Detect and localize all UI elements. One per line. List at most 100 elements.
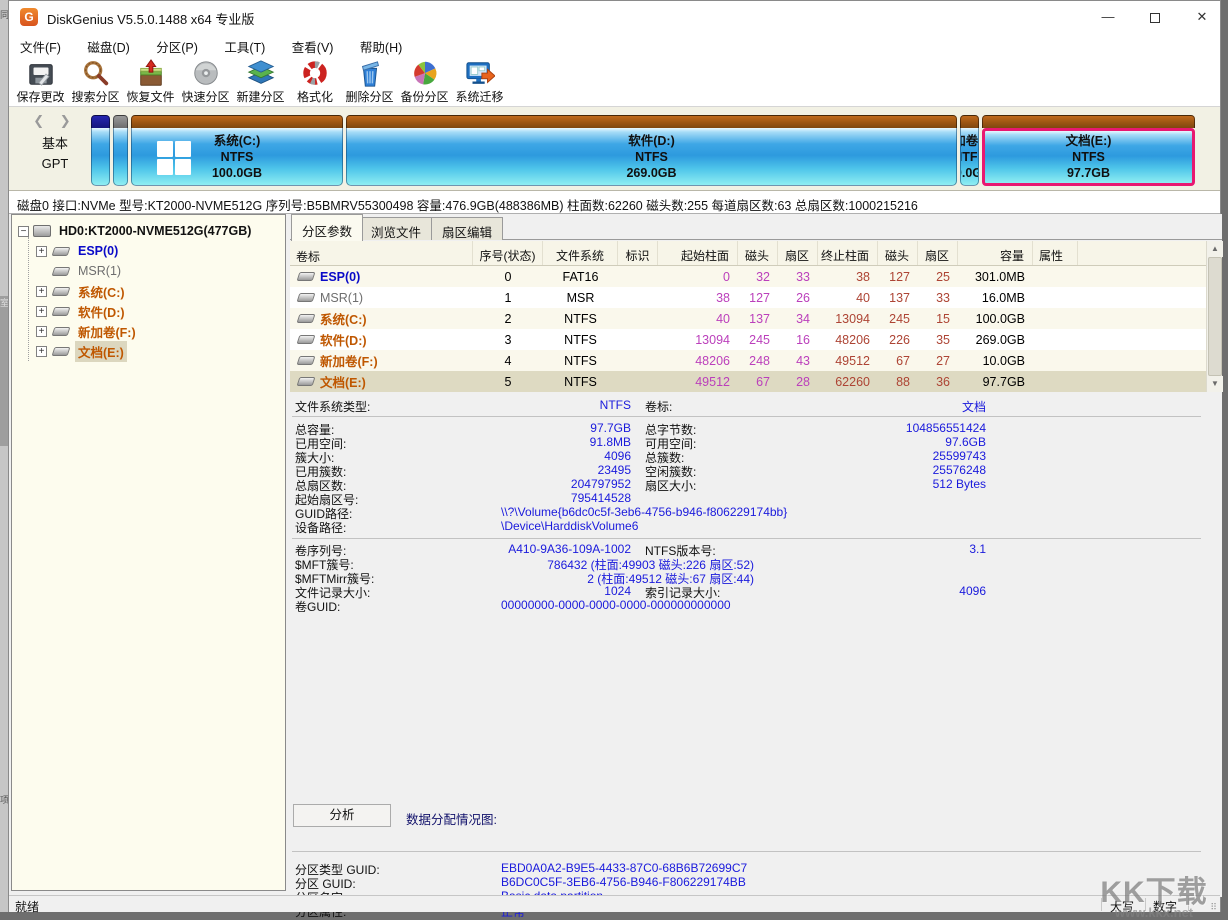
table-row-f[interactable]: 新加卷(F:) 4 NTFS 48206 248 43 49512 67 27 … [290,350,1206,371]
col-volume-label[interactable]: 卷标 [290,241,473,265]
system-migrate-button[interactable]: 系统迁移 [452,58,507,106]
partition-block-c[interactable]: 系统(C:) NTFS 100.0GB [131,115,343,186]
allocation-map-label: 数据分配情况图: [406,809,497,828]
partition-icon [297,314,316,323]
delete-partition-button[interactable]: 删除分区 [342,58,397,106]
search-partition-button[interactable]: 搜索分区 [68,58,123,106]
partition-block-esp[interactable] [91,115,110,186]
scrollbar-thumb[interactable] [1208,257,1222,376]
menu-file[interactable]: 文件(F) [9,33,72,57]
col-filesystem[interactable]: 文件系统 [543,241,618,265]
expand-icon[interactable]: + [36,286,47,297]
tree-item-msr[interactable]: MSR(1) [12,261,124,281]
disk-tree-panel: − HD0:KT2000-NVME512G(477GB) + ESP(0) MS… [11,214,286,891]
analyze-button[interactable]: 分析 [293,804,391,827]
col-attr[interactable]: 属性 [1033,241,1078,265]
table-row-e-selected[interactable]: 文档(E:) 5 NTFS 49512 67 28 62260 88 36 97… [290,371,1206,392]
detail-row-guid-path: GUID路径: \\?\Volume{b6dc0c5f-3eb6-4756-b9… [290,505,1206,520]
menu-tools[interactable]: 工具(T) [213,33,276,57]
partition-cap-d [346,115,957,128]
detail-row-mftmirr: $MFTMirr簇号: 2 (柱面:49512 磁头:67 扇区:44) [290,570,1206,585]
partition-body-msr [113,128,128,186]
detail-row-start-sector: 起始扇区号: 795414528 [290,491,1206,506]
disk-icon [33,225,51,237]
partition-e-name: 文档(E:) [1066,133,1112,149]
detail-row-device-path: 设备路径: \Device\HarddiskVolume6 [290,519,1206,534]
expand-icon[interactable]: + [36,246,47,257]
minimize-button[interactable]: — [1091,1,1125,33]
detail-row-total-sectors: 总扇区数: 204797952 扇区大小: 512 Bytes [290,477,1206,492]
vol-label-label: 卷标: [645,398,672,415]
partition-e-size: 97.7GB [1067,165,1110,181]
new-partition-button[interactable]: 新建分区 [233,58,288,106]
partition-f-size: 10.0GB [960,165,979,181]
partition-cap-msr [113,115,128,128]
table-row-msr[interactable]: MSR(1) 1 MSR 38 127 26 40 137 33 16.0MB [290,287,1206,308]
toolbar: 保存更改 搜索分区 恢复文件 快速分区 新建分区 格式化 [9,57,1220,107]
partition-table: 卷标 序号(状态) 文件系统 标识 起始柱面 磁头 扇区 终止柱面 磁头 扇区 … [290,241,1206,392]
format-button[interactable]: 格式化 [291,58,339,106]
partition-block-f[interactable]: 新加卷(F:) NTFS 10.0GB [960,115,979,186]
tree-item-esp[interactable]: + ESP(0) [12,241,121,261]
partition-block-e-selected[interactable]: 文档(E:) NTFS 97.7GB [982,115,1195,186]
tab-partition-params[interactable]: 分区参数 [291,214,363,241]
expand-icon[interactable]: + [36,306,47,317]
recover-files-button[interactable]: 恢复文件 [123,58,178,106]
tree-root-disk[interactable]: − HD0:KT2000-NVME512G(477GB) [12,221,254,241]
partition-body-e: 文档(E:) NTFS 97.7GB [982,128,1195,186]
menu-disk[interactable]: 磁盘(D) [76,33,140,57]
tree-item-d[interactable]: + 软件(D:) [12,301,128,321]
close-button[interactable]: ✕ [1185,1,1219,33]
menu-help[interactable]: 帮助(H) [349,33,413,57]
col-start-head[interactable]: 磁头 [738,241,778,265]
col-start-sector[interactable]: 扇区 [778,241,818,265]
scroll-down-icon[interactable]: ▼ [1207,376,1223,392]
tree-item-e-selected[interactable]: + 文档(E:) [12,341,127,361]
tab-sector-edit[interactable]: 扇区编辑 [431,217,503,240]
partition-block-msr[interactable] [113,115,128,186]
col-flag[interactable]: 标识 [618,241,658,265]
disk-nav-arrows[interactable]: ❮ ❯ [31,113,79,129]
table-vertical-scrollbar[interactable]: ▲ ▼ [1206,241,1222,392]
collapse-expander-icon[interactable]: − [18,226,29,237]
backup-partition-button[interactable]: 备份分区 [397,58,452,106]
tab-browse-files[interactable]: 浏览文件 [360,217,432,240]
table-row-c[interactable]: 系统(C:) 2 NTFS 40 137 34 13094 245 15 100… [290,308,1206,329]
partition-e-fs: NTFS [1072,149,1105,165]
tree-item-c[interactable]: + 系统(C:) [12,281,128,301]
save-changes-button[interactable]: 保存更改 [13,58,68,106]
detail-row-part-guid: 分区 GUID: B6DC0C5F-3EB6-4756-B946-F806229… [290,875,1206,890]
col-end-cylinder[interactable]: 终止柱面 [818,241,878,265]
col-start-cylinder[interactable]: 起始柱面 [658,241,738,265]
tree-item-f[interactable]: + 新加卷(F:) [12,321,139,341]
expand-icon[interactable]: + [36,346,47,357]
col-end-sector[interactable]: 扇区 [918,241,958,265]
fs-type-label: 文件系统类型: [295,398,370,415]
trash-icon [355,59,385,89]
menu-view[interactable]: 查看(V) [281,33,345,57]
magnifier-icon [81,59,111,89]
scroll-up-icon[interactable]: ▲ [1207,241,1223,257]
col-end-head[interactable]: 磁头 [878,241,918,265]
disk-scheme-label: GPT [31,156,79,171]
quick-partition-button[interactable]: 快速分区 [178,58,233,106]
col-capacity[interactable]: 容量 [958,241,1033,265]
table-row-d[interactable]: 软件(D:) 3 NTFS 13094 245 16 48206 226 35 … [290,329,1206,350]
partition-icon [297,377,316,386]
partition-block-d[interactable]: 软件(D:) NTFS 269.0GB [346,115,957,186]
expand-icon[interactable]: + [36,326,47,337]
table-row-esp[interactable]: ESP(0) 0 FAT16 0 32 33 38 127 25 301.0MB [290,266,1206,287]
title-bar[interactable]: G DiskGenius V5.5.0.1488 x64 专业版 — ✕ [9,1,1220,33]
detail-row-vol-serial: 卷序列号: A410-9A36-109A-1002 NTFS版本号: 3.1 [290,542,1206,557]
col-seq-status[interactable]: 序号(状态) [473,241,543,265]
menu-partition[interactable]: 分区(P) [145,33,209,57]
screenshot-stage: 同 室 项 G DiskGenius V5.5.0.1488 x64 专业版 —… [0,0,1228,920]
detail-row-part-type-guid: 分区类型 GUID: EBD0A0A2-B9E5-4433-87C0-68B6B… [290,861,1206,876]
disk-nav: ❮ ❯ 基本 GPT [31,113,79,171]
resize-grip[interactable]: ⠿ [1210,902,1218,913]
partition-c-size: 100.0GB [212,165,262,181]
maximize-button[interactable] [1138,1,1172,33]
expander-placeholder [36,266,47,277]
disk-type-label: 基本 [31,133,79,152]
partition-body-d: 软件(D:) NTFS 269.0GB [346,128,957,186]
